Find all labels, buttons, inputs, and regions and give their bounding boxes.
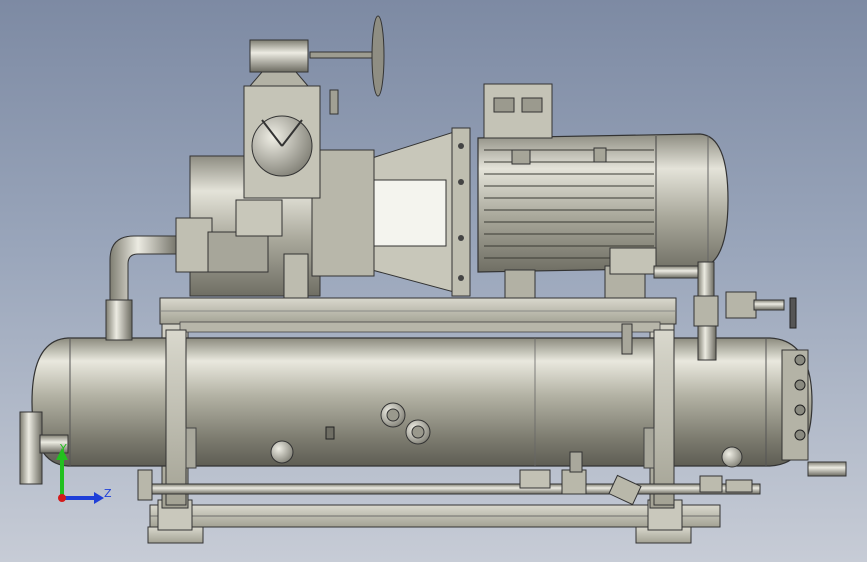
cad-viewport[interactable]: Y Z — [0, 0, 867, 562]
coupling-housing — [371, 127, 471, 297]
compressor-unit-model: Y Z — [19, 15, 847, 544]
triad-z-label: Z — [104, 487, 112, 500]
screw-compressor — [175, 15, 385, 299]
triad-y-label: Y — [59, 442, 67, 455]
oil-separator-vessel — [19, 337, 847, 485]
triad-origin — [58, 494, 66, 502]
base-skid — [147, 499, 721, 544]
